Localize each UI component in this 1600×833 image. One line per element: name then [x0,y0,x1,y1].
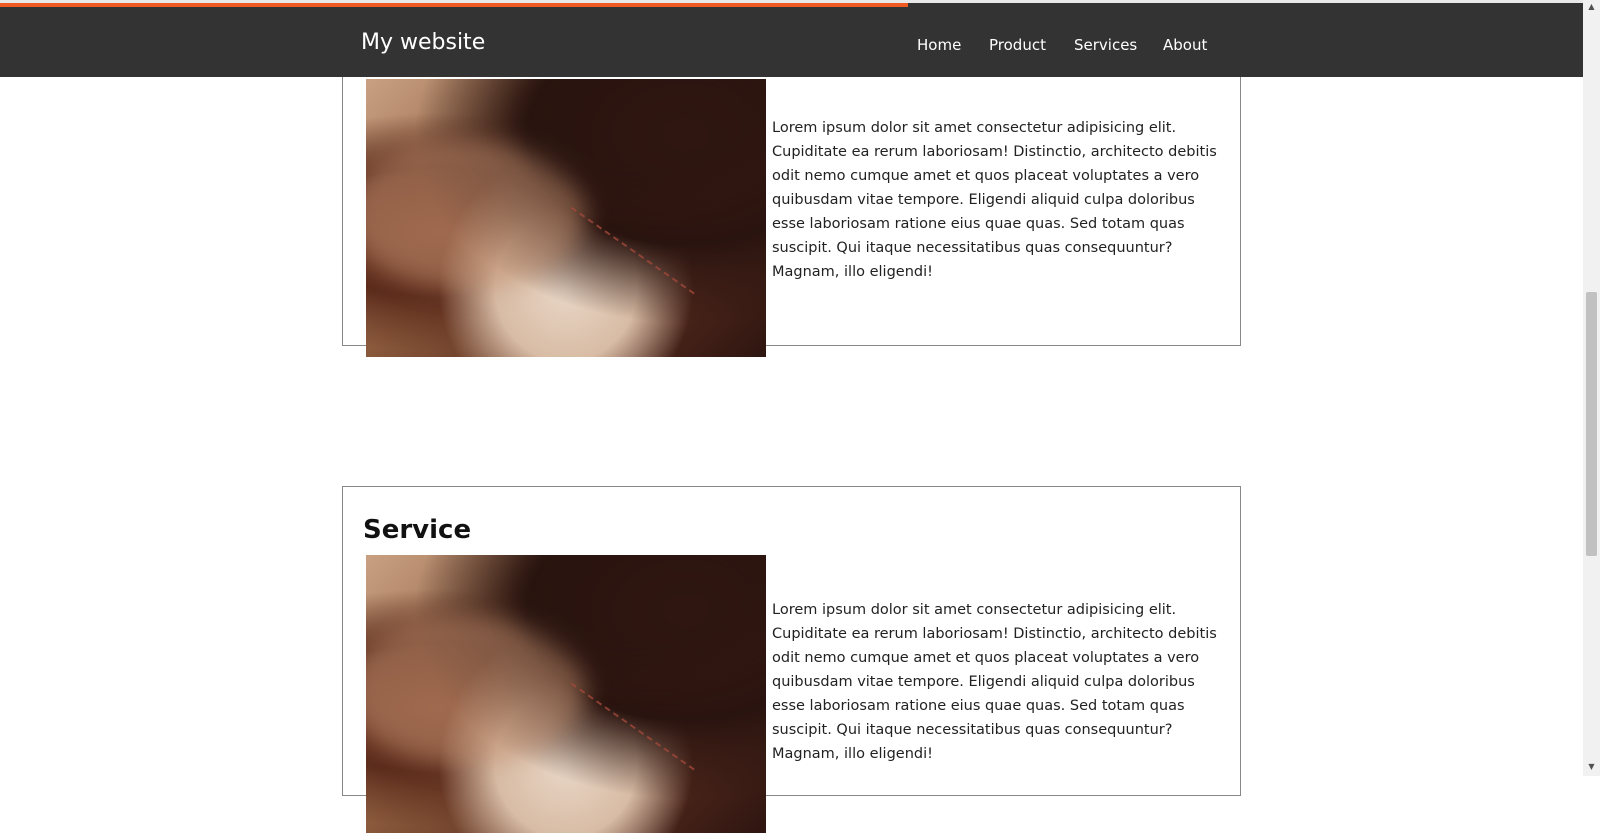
baseball-glove-image [366,555,766,833]
section-heading: Service [363,515,472,545]
section-text: Lorem ipsum dolor sit amet consectetur a… [772,602,1217,762]
scrollbar-thumb[interactable] [1586,292,1597,556]
scroll-down-arrow-icon[interactable]: ▼ [1583,760,1600,774]
nav-services-link[interactable]: Services [1074,36,1137,54]
nav-product-link[interactable]: Product [989,36,1046,54]
scroll-progress-bar [0,3,908,7]
site-header: My website Home Product Services About [0,3,1583,77]
vertical-scrollbar[interactable]: ▲ ▼ [1583,0,1600,776]
scroll-up-arrow-icon[interactable]: ▲ [1583,0,1600,14]
site-title[interactable]: My website [361,30,485,55]
nav-about-link[interactable]: About [1163,36,1207,54]
nav-home-link[interactable]: Home [917,36,961,54]
product-section-card: Lorem ipsum dolor sit amet consectetur a… [342,40,1241,357]
baseball-glove-image [366,79,766,357]
section-text: Lorem ipsum dolor sit amet consectetur a… [772,120,1217,280]
service-section-card: Service Lorem ipsum dolor sit amet conse… [342,486,1241,833]
